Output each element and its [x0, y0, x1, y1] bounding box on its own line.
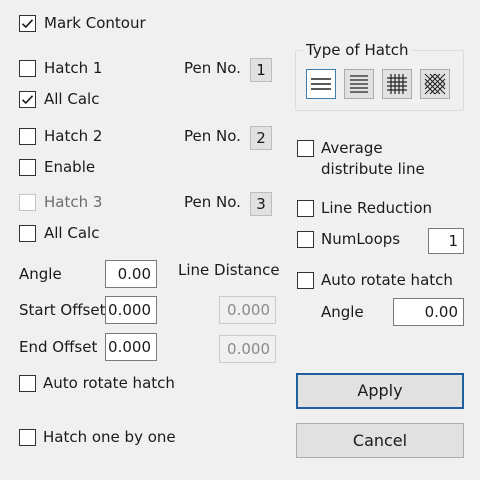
auto-rotate-angle-input[interactable]: 0.00: [393, 298, 464, 326]
hatch2-pen-number[interactable]: 2: [250, 126, 272, 150]
hatch-type-horizontal-button[interactable]: [306, 69, 336, 99]
cancel-button[interactable]: Cancel: [296, 423, 464, 458]
hatch1-pen-number[interactable]: 1: [250, 58, 272, 82]
auto-rotate-hatch-right-label: Auto rotate hatch: [321, 271, 453, 289]
line-reduction-checkbox[interactable]: [297, 200, 314, 217]
hatch-type-crosshatch-button[interactable]: [420, 69, 450, 99]
average-distribute-line-label-line2: distribute line: [321, 160, 425, 178]
hatch2-label: Hatch 2: [44, 127, 103, 145]
hatch2-enable-label: Enable: [44, 158, 96, 176]
num-loops-input[interactable]: 1: [428, 228, 464, 254]
average-distribute-line-label-line1: Average: [321, 139, 383, 157]
hatch-type-grid-button[interactable]: [382, 69, 412, 99]
checkmark-icon: [21, 19, 34, 29]
hatch-one-by-one-checkbox[interactable]: [19, 429, 36, 446]
horizontal-lines-hatch-icon: [311, 78, 331, 90]
end-offset-label: End Offset: [19, 338, 98, 356]
hatch1-label: Hatch 1: [44, 59, 103, 77]
start-offset-input[interactable]: 0.000: [105, 296, 157, 324]
hatch1-all-calc-checkbox[interactable]: [19, 91, 36, 108]
mark-contour-checkbox[interactable]: [19, 15, 36, 32]
line-reduction-label: Line Reduction: [321, 199, 433, 217]
crosshatch-hatch-icon: [424, 73, 446, 95]
average-distribute-line-checkbox[interactable]: [297, 140, 314, 157]
auto-rotate-angle-label: Angle: [321, 303, 364, 321]
line-distance-label: Line Distance: [178, 261, 280, 279]
hatch3-label: Hatch 3: [44, 193, 103, 211]
auto-rotate-hatch-label: Auto rotate hatch: [43, 374, 175, 392]
hatch-one-by-one-label: Hatch one by one: [43, 428, 176, 446]
hatch1-all-calc-label: All Calc: [44, 90, 100, 108]
angle-label: Angle: [19, 265, 62, 283]
hatch3-pen-label: Pen No.: [184, 193, 241, 211]
auto-rotate-hatch-right-checkbox[interactable]: [297, 272, 314, 289]
hatch1-checkbox[interactable]: [19, 60, 36, 77]
mark-contour-label: Mark Contour: [44, 14, 146, 32]
start-offset-label: Start Offset: [19, 301, 106, 319]
end-offset-line-distance-input[interactable]: 0.000: [219, 335, 276, 363]
hatch3-checkbox[interactable]: [19, 194, 36, 211]
auto-rotate-hatch-checkbox[interactable]: [19, 375, 36, 392]
num-loops-checkbox[interactable]: [297, 231, 314, 248]
hatch3-all-calc-label: All Calc: [44, 224, 100, 242]
type-of-hatch-title: Type of Hatch: [303, 41, 412, 59]
hatch2-enable-checkbox[interactable]: [19, 159, 36, 176]
hatch1-pen-label: Pen No.: [184, 59, 241, 77]
hatch3-all-calc-checkbox[interactable]: [19, 225, 36, 242]
apply-button[interactable]: Apply: [296, 373, 464, 409]
end-offset-input[interactable]: 0.000: [105, 333, 157, 361]
dense-horizontal-lines-hatch-icon: [350, 75, 368, 93]
start-offset-line-distance-input[interactable]: 0.000: [219, 296, 276, 324]
checkmark-icon: [21, 95, 34, 105]
hatch2-checkbox[interactable]: [19, 128, 36, 145]
grid-hatch-icon: [387, 74, 407, 94]
hatch-settings-dialog: Mark Contour Hatch 1 Pen No. 1 All Calc …: [0, 0, 480, 480]
hatch3-pen-number[interactable]: 3: [250, 192, 272, 216]
hatch2-pen-label: Pen No.: [184, 127, 241, 145]
hatch-type-dense-horizontal-button[interactable]: [344, 69, 374, 99]
angle-input[interactable]: 0.00: [105, 260, 157, 288]
num-loops-label: NumLoops: [321, 230, 401, 248]
